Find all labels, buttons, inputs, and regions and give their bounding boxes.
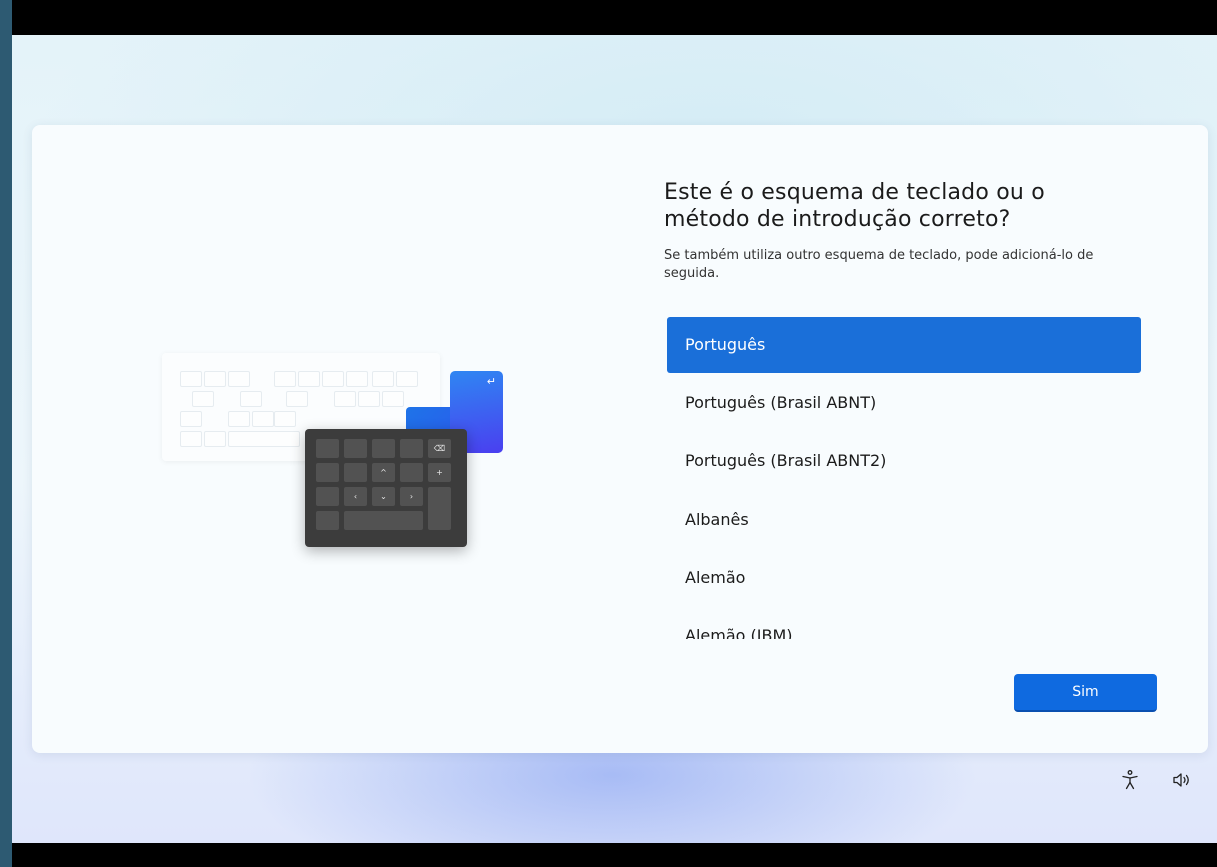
page-subtitle: Se também utiliza outro esquema de tecla…	[664, 248, 1094, 281]
layout-option-albanes[interactable]: Albanês	[667, 492, 1141, 548]
chevron-left-icon: ‹	[344, 487, 367, 506]
enter-arrow-icon: ↵	[486, 375, 496, 388]
numpad-image: ⌫ ^ + ‹ ⌄ ›	[305, 429, 467, 547]
top-letterbox	[12, 0, 1217, 35]
setup-card: ↵ ⌫ ^ + ‹ ⌄ › Este é o esquema de teclad…	[32, 125, 1208, 753]
layout-option-portugues-brasil-abnt2[interactable]: Português (Brasil ABNT2)	[667, 433, 1141, 489]
keyboard-illustration: ↵ ⌫ ^ + ‹ ⌄ ›	[162, 353, 507, 553]
caret-up-icon: ^	[372, 463, 395, 482]
keyboard-layout-list[interactable]: Português Português (Brasil ABNT) Portug…	[667, 317, 1141, 639]
layout-option-alemao-ibm[interactable]: Alemão (IBM)	[667, 608, 1141, 639]
chevron-right-icon: ›	[400, 487, 423, 506]
bottom-letterbox	[12, 843, 1217, 867]
backspace-icon: ⌫	[428, 439, 451, 458]
layout-option-portugues[interactable]: Português	[667, 317, 1141, 373]
layout-option-alemao[interactable]: Alemão	[667, 550, 1141, 606]
page-title: Este é o esquema de teclado ou o método …	[664, 180, 1045, 232]
oobe-screen: ↵ ⌫ ^ + ‹ ⌄ › Este é o esquema de teclad…	[12, 35, 1217, 843]
plus-icon: +	[428, 463, 451, 482]
chevron-down-icon: ⌄	[372, 487, 395, 506]
accessibility-icon[interactable]	[1118, 768, 1142, 792]
layout-option-portugues-brasil-abnt[interactable]: Português (Brasil ABNT)	[667, 375, 1141, 431]
volume-icon[interactable]	[1170, 768, 1194, 792]
sim-button[interactable]: Sim	[1014, 674, 1157, 712]
